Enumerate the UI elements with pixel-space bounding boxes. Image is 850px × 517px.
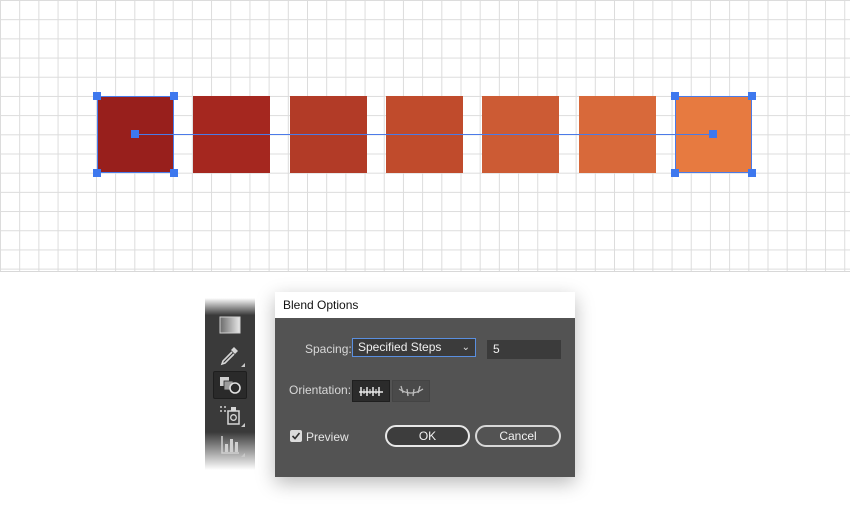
tool-flyout-indicator bbox=[241, 363, 245, 367]
preview-label[interactable]: Preview bbox=[306, 430, 349, 444]
blend-tool-icon bbox=[220, 377, 241, 394]
anchor-handle[interactable] bbox=[93, 169, 101, 177]
spacing-dropdown-value: Specified Steps bbox=[358, 340, 442, 354]
ok-button[interactable]: OK bbox=[385, 425, 470, 447]
anchor-handle[interactable] bbox=[748, 169, 756, 177]
center-point-handle[interactable] bbox=[709, 130, 717, 138]
cancel-button[interactable]: Cancel bbox=[475, 425, 561, 447]
anchor-handle[interactable] bbox=[671, 92, 679, 100]
orientation-align-to-page-button[interactable] bbox=[352, 380, 390, 402]
align-to-path-icon bbox=[398, 385, 424, 397]
chevron-down-icon: ⌄ bbox=[461, 342, 470, 353]
orientation-label: Orientation: bbox=[289, 383, 352, 397]
blend-spine[interactable] bbox=[135, 134, 713, 135]
align-to-page-icon bbox=[359, 387, 383, 396]
eyedropper-tool-icon bbox=[220, 347, 238, 366]
gradient-tool-icon bbox=[219, 316, 241, 334]
anchor-handle[interactable] bbox=[748, 92, 756, 100]
anchor-handle[interactable] bbox=[93, 92, 101, 100]
anchor-handle[interactable] bbox=[671, 169, 679, 177]
checkmark-icon bbox=[291, 432, 301, 440]
spacing-dropdown[interactable]: Specified Steps ⌄ bbox=[352, 338, 476, 357]
blend-options-dialog: Blend Options Spacing: Specified Steps ⌄… bbox=[275, 292, 575, 477]
steps-input[interactable]: 5 bbox=[487, 340, 561, 359]
column-graph-tool-icon bbox=[221, 436, 239, 454]
column-graph-tool[interactable] bbox=[213, 431, 247, 459]
orientation-align-to-path-button[interactable] bbox=[392, 380, 430, 402]
tools-panel bbox=[205, 298, 255, 470]
spacing-label: Spacing: bbox=[305, 342, 352, 356]
eyedropper-tool[interactable] bbox=[213, 341, 247, 369]
dialog-title: Blend Options bbox=[275, 292, 575, 318]
artboard-canvas[interactable] bbox=[0, 0, 850, 272]
anchor-handle[interactable] bbox=[170, 92, 178, 100]
center-point-handle[interactable] bbox=[131, 130, 139, 138]
preview-checkbox[interactable] bbox=[290, 430, 302, 442]
symbol-sprayer-tool-icon bbox=[220, 406, 240, 425]
tool-flyout-indicator bbox=[241, 453, 245, 457]
blend-tool[interactable] bbox=[213, 371, 247, 399]
gradient-tool[interactable] bbox=[213, 311, 247, 339]
symbol-sprayer-tool[interactable] bbox=[213, 401, 247, 429]
anchor-handle[interactable] bbox=[170, 169, 178, 177]
tool-flyout-indicator bbox=[241, 423, 245, 427]
